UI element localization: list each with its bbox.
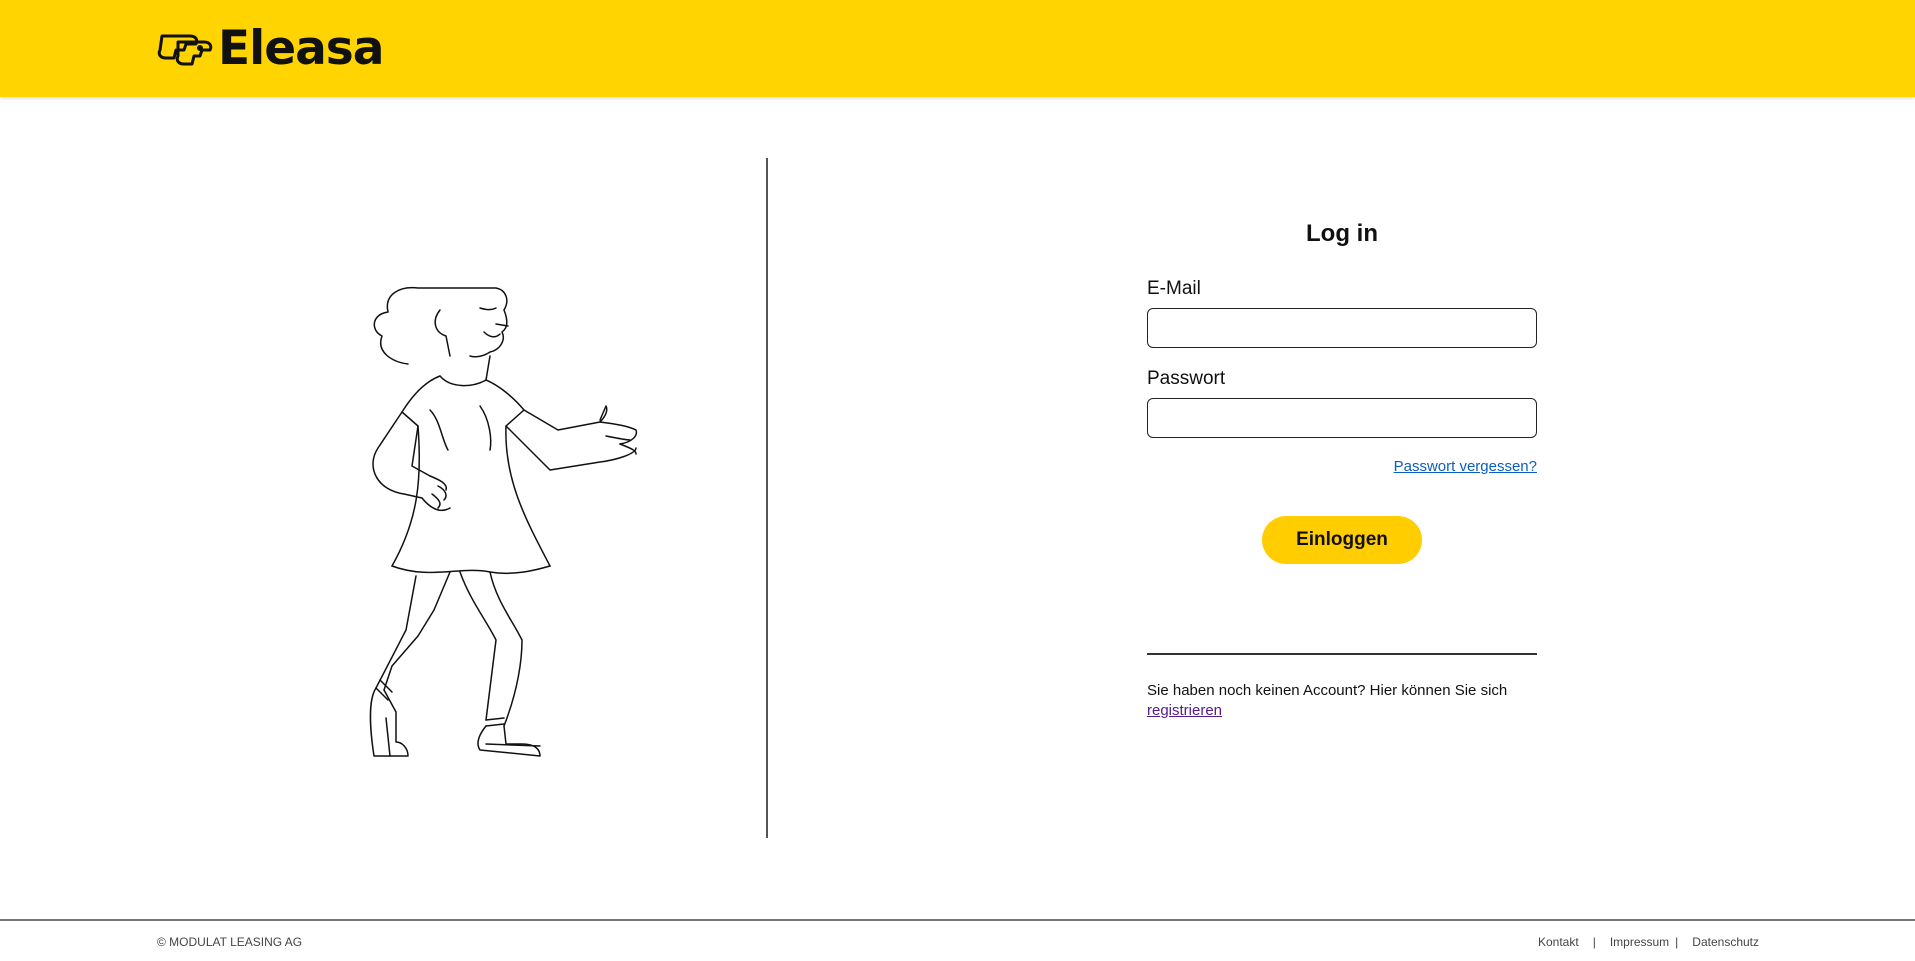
footer-link-datenschutz[interactable]: Datenschutz xyxy=(1692,935,1759,949)
login-form: Log in E-Mail Passwort Passwort vergesse… xyxy=(1147,220,1537,721)
email-group: E-Mail xyxy=(1147,278,1537,348)
footer-separator: | xyxy=(1675,935,1679,949)
login-button[interactable]: Einloggen xyxy=(1262,516,1422,564)
password-input[interactable] xyxy=(1147,398,1537,438)
walking-woman-illustration xyxy=(300,280,660,800)
footer-links: Kontakt | Impressum | Datenschutz xyxy=(1538,935,1759,949)
footer-divider xyxy=(0,919,1915,921)
password-group: Passwort xyxy=(1147,368,1537,438)
email-input[interactable] xyxy=(1147,308,1537,348)
eleasa-faces-icon xyxy=(157,34,213,66)
footer-link-kontakt[interactable]: Kontakt xyxy=(1538,935,1579,949)
submit-row: Einloggen xyxy=(1147,516,1537,564)
logo-link[interactable]: Eleasa xyxy=(156,24,384,74)
register-text: Sie haben noch keinen Account? Hier könn… xyxy=(1147,681,1537,721)
form-separator xyxy=(1147,653,1537,655)
password-label: Passwort xyxy=(1147,368,1226,389)
footer-link-impressum[interactable]: Impressum xyxy=(1610,935,1669,949)
register-link[interactable]: registrieren xyxy=(1147,702,1222,719)
footer-separator: | xyxy=(1592,935,1596,949)
email-label: E-Mail xyxy=(1147,278,1201,299)
login-title: Log in xyxy=(1306,220,1378,247)
logo-text: Eleasa xyxy=(218,21,384,76)
forgot-row: Passwort vergessen? xyxy=(1147,458,1537,476)
vertical-divider xyxy=(766,158,768,838)
footer-copyright: © MODULAT LEASING AG xyxy=(157,935,303,949)
site-header: Eleasa xyxy=(0,0,1915,97)
register-prompt: Sie haben noch keinen Account? Hier könn… xyxy=(1147,682,1508,699)
forgot-password-link[interactable]: Passwort vergessen? xyxy=(1394,458,1537,475)
